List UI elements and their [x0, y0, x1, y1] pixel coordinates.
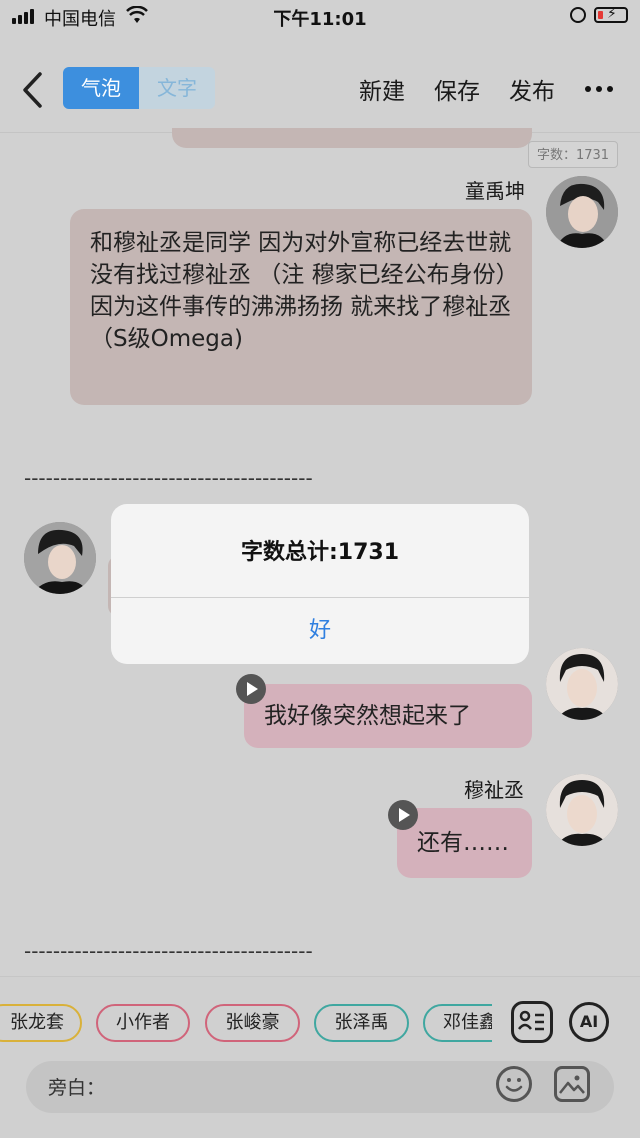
ai-button[interactable]: AI	[569, 1002, 609, 1042]
avatar[interactable]	[24, 522, 96, 594]
scene-divider: ----------------------------------------	[24, 939, 313, 963]
status-bar: 中国电信 下午11:01 ⚡	[0, 0, 640, 32]
speaker-name: 穆祉丞	[464, 778, 524, 802]
mode-switch: 气泡 文字	[63, 67, 215, 109]
play-icon[interactable]	[388, 800, 418, 830]
save-button[interactable]: 保存	[434, 72, 480, 106]
alert-title: 字数总计:1731	[240, 540, 400, 565]
more-icon[interactable]	[585, 86, 613, 92]
message-bubble[interactable]: 我好像突然想起来了	[244, 684, 532, 748]
battery-icon: ⚡	[594, 6, 628, 23]
speaker-name: 童禹坤	[465, 179, 525, 203]
input-placeholder: 旁白：	[48, 1077, 106, 1099]
new-button[interactable]: 新建	[359, 72, 405, 106]
image-icon[interactable]	[554, 1066, 590, 1102]
play-icon[interactable]	[236, 674, 266, 704]
ok-button[interactable]: 好	[111, 598, 529, 664]
emoji-icon[interactable]	[496, 1066, 532, 1102]
character-chip[interactable]: 张峻豪	[205, 1004, 300, 1042]
scene-divider: ----------------------------------------	[24, 466, 313, 490]
character-chip[interactable]: 张泽禹	[314, 1004, 409, 1042]
previous-bubble	[172, 128, 532, 148]
avatar[interactable]	[546, 176, 618, 248]
avatar[interactable]	[546, 648, 618, 720]
word-count-badge: 字数：1731	[528, 141, 618, 168]
contacts-icon[interactable]	[511, 1001, 553, 1043]
status-time: 下午11:01	[273, 9, 367, 30]
avatar[interactable]	[546, 774, 618, 846]
back-icon[interactable]	[20, 70, 46, 110]
message-bubble[interactable]: 和穆祉丞是同学 因为对外宣称已经去世就没有找过穆祉丞 （注 穆家已经公布身份）因…	[70, 209, 532, 405]
character-chip[interactable]: 邓佳鑫	[423, 1004, 492, 1042]
word-count-alert: 字数总计:1731 好	[111, 504, 529, 664]
publish-button[interactable]: 发布	[509, 72, 555, 106]
tab-bubble[interactable]: 气泡	[63, 67, 139, 109]
character-chips: 张龙套 小作者 张峻豪 张泽禹 邓佳鑫	[0, 1000, 492, 1048]
rotation-lock-icon	[570, 7, 586, 23]
character-chip[interactable]: 张龙套	[0, 1004, 82, 1042]
tab-text[interactable]: 文字	[139, 67, 215, 109]
character-chip[interactable]: 小作者	[96, 1004, 190, 1042]
